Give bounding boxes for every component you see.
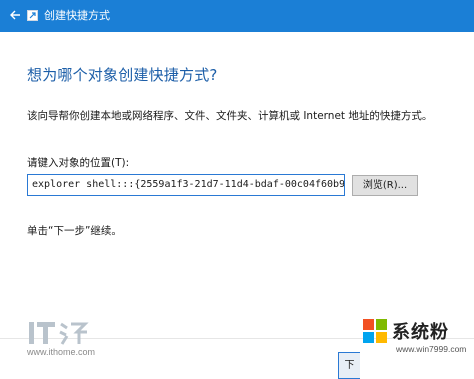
site-url: www.win7999.com (396, 344, 467, 354)
continue-hint: 单击“下一步”继续。 (27, 225, 122, 237)
wizard-description: 该向导帮你创建本地或网络程序、文件、文件夹、计算机或 Internet 地址的快… (27, 110, 433, 122)
page-heading: 想为哪个对象创建快捷方式? (27, 66, 218, 84)
windows-logo-icon (362, 318, 388, 344)
location-input[interactable]: explorer shell:::{2559a1f3-21d7-11d4-bda… (27, 174, 345, 196)
site-name: 系统粉 (392, 322, 449, 343)
ithome-url: www.ithome.com (27, 347, 96, 357)
ithome-logo (27, 318, 107, 348)
browse-button[interactable]: 浏览(R)... (352, 175, 418, 196)
next-button[interactable]: 下 (338, 352, 360, 379)
shortcut-icon (27, 10, 38, 21)
title-bar: 创建快捷方式 (0, 0, 474, 32)
back-arrow-icon[interactable] (4, 4, 26, 26)
location-label: 请键入对象的位置(T): (27, 157, 130, 169)
window-title: 创建快捷方式 (44, 9, 110, 22)
